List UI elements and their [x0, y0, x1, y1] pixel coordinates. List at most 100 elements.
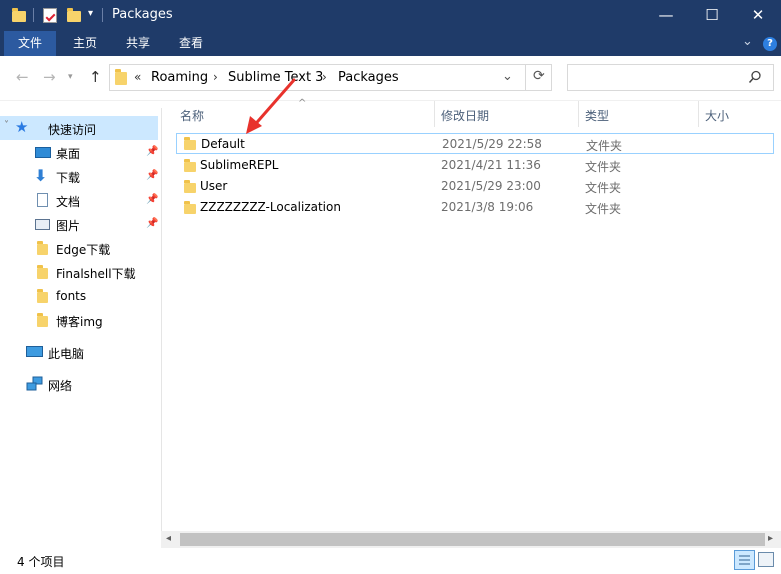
file-name: Default	[201, 137, 245, 151]
search-icon[interactable]	[748, 70, 762, 87]
file-row-user[interactable]: User 2021/5/29 23:00 文件夹	[176, 176, 774, 197]
nav-item-downloads[interactable]: ⬇ 下载 📌	[0, 164, 158, 188]
nav-item-network[interactable]: 网络	[0, 372, 158, 396]
scrollbar-thumb[interactable]	[180, 533, 765, 546]
annotation-arrow-icon	[246, 78, 296, 134]
nav-item-pictures[interactable]: 图片 📌	[0, 212, 158, 236]
computer-icon	[26, 346, 43, 357]
large-icons-view-icon[interactable]	[758, 552, 774, 567]
file-type: 文件夹	[586, 139, 623, 153]
nav-item-label: 快速访问	[48, 123, 97, 137]
folder-icon	[184, 137, 196, 150]
folder-icon	[184, 180, 196, 193]
column-header-size[interactable]: 大小	[705, 107, 729, 124]
nav-item-fonts[interactable]: fonts	[0, 284, 158, 308]
toolbar-separator	[33, 8, 34, 22]
nav-item-label: Finalshell下载	[56, 267, 136, 281]
tab-file[interactable]: 文件	[4, 31, 56, 56]
file-name: ZZZZZZZZ-Localization	[200, 200, 341, 214]
nav-item-label: 网络	[48, 379, 73, 393]
toolbar-separator	[102, 8, 103, 22]
nav-item-documents[interactable]: 文档 📌	[0, 188, 158, 212]
maximize-button[interactable]: ☐	[689, 0, 735, 31]
folder-icon	[184, 159, 196, 172]
pin-icon[interactable]: 📌	[146, 218, 158, 229]
nav-item-finalshell-downloads[interactable]: Finalshell下载	[0, 260, 158, 284]
tab-home[interactable]: 主页	[73, 31, 97, 56]
nav-item-label: 此电脑	[48, 347, 85, 361]
tab-view[interactable]: 查看	[179, 31, 203, 56]
folder-icon	[37, 313, 48, 327]
up-arrow-icon[interactable]: ↑	[89, 68, 102, 86]
column-header-date[interactable]: 修改日期	[441, 107, 489, 124]
address-separator	[525, 64, 526, 91]
nav-item-this-pc[interactable]: 此电脑	[0, 340, 158, 364]
nav-item-edge-downloads[interactable]: Edge下载	[0, 236, 158, 260]
file-row-sublimerepl[interactable]: SublimeREPL 2021/4/21 11:36 文件夹	[176, 155, 774, 176]
pin-icon[interactable]: 📌	[146, 170, 158, 181]
nav-item-label: 下载	[56, 171, 81, 185]
breadcrumb-separator[interactable]: ›	[213, 70, 218, 84]
folder-icon	[12, 8, 26, 22]
back-arrow-icon[interactable]: ←	[16, 68, 29, 86]
nav-item-label: Edge下载	[56, 243, 111, 257]
recent-locations-icon[interactable]: ▾	[68, 72, 73, 82]
help-icon[interactable]: ?	[763, 37, 777, 51]
column-header-type[interactable]: 类型	[585, 107, 609, 124]
minimize-button[interactable]: —	[643, 0, 689, 31]
nav-item-label: 文档	[56, 195, 81, 209]
pin-icon[interactable]: 📌	[146, 146, 158, 157]
file-date: 2021/3/8 19:06	[441, 200, 534, 214]
breadcrumb-separator[interactable]: ›	[322, 70, 327, 84]
forward-arrow-icon[interactable]: →	[43, 68, 56, 86]
file-type: 文件夹	[585, 202, 622, 216]
nav-item-label: 博客img	[56, 315, 103, 329]
scroll-right-icon[interactable]: ▸	[768, 533, 773, 544]
folder-icon	[184, 201, 196, 214]
collapse-arrow-icon[interactable]: ˅	[4, 120, 9, 131]
properties-icon[interactable]	[43, 8, 57, 23]
file-type: 文件夹	[585, 160, 622, 174]
picture-icon	[35, 219, 50, 230]
window-title: Packages	[112, 7, 173, 22]
nav-item-label: fonts	[56, 289, 87, 303]
address-dropdown-icon[interactable]: ⌄	[502, 69, 513, 84]
nav-item-label: 图片	[56, 219, 81, 233]
folder-icon	[37, 289, 48, 303]
file-date: 2021/4/21 11:36	[441, 158, 541, 172]
download-icon: ⬇	[34, 166, 48, 185]
desktop-icon	[35, 147, 51, 158]
file-row-localization[interactable]: ZZZZZZZZ-Localization 2021/3/8 19:06 文件夹	[176, 197, 774, 218]
scroll-left-icon[interactable]: ◂	[166, 533, 171, 544]
file-date: 2021/5/29 22:58	[442, 137, 542, 151]
details-view-icon[interactable]	[734, 550, 755, 570]
new-folder-icon[interactable]	[67, 8, 81, 22]
close-button[interactable]: ✕	[735, 0, 781, 31]
network-icon	[26, 376, 44, 395]
file-date: 2021/5/29 23:00	[441, 179, 541, 193]
nav-quick-access[interactable]: ˅ ★ 快速访问	[0, 116, 158, 140]
customize-quick-access-icon[interactable]: ▾	[88, 8, 93, 19]
search-input[interactable]	[567, 64, 774, 91]
breadcrumb-overflow[interactable]: «	[134, 70, 141, 84]
nav-item-desktop[interactable]: 桌面 📌	[0, 140, 158, 164]
file-type: 文件夹	[585, 181, 622, 195]
breadcrumb-packages[interactable]: Packages	[338, 70, 399, 85]
column-divider[interactable]	[578, 101, 579, 127]
breadcrumb-roaming[interactable]: Roaming	[151, 70, 208, 85]
refresh-icon[interactable]: ⟳	[533, 68, 545, 84]
nav-item-label: 桌面	[56, 147, 81, 161]
folder-icon	[37, 265, 48, 279]
expand-ribbon-icon[interactable]: ⌄	[742, 34, 753, 49]
file-name: User	[200, 179, 228, 193]
folder-icon	[37, 241, 48, 255]
nav-item-blog-img[interactable]: 博客img	[0, 308, 158, 332]
pin-icon[interactable]: 📌	[146, 194, 158, 205]
status-bar	[0, 548, 781, 574]
tab-share[interactable]: 共享	[126, 31, 150, 56]
column-divider[interactable]	[434, 101, 435, 127]
column-divider[interactable]	[698, 101, 699, 127]
document-icon	[37, 193, 48, 207]
star-icon: ★	[15, 118, 29, 136]
column-header-name[interactable]: 名称	[180, 107, 204, 124]
